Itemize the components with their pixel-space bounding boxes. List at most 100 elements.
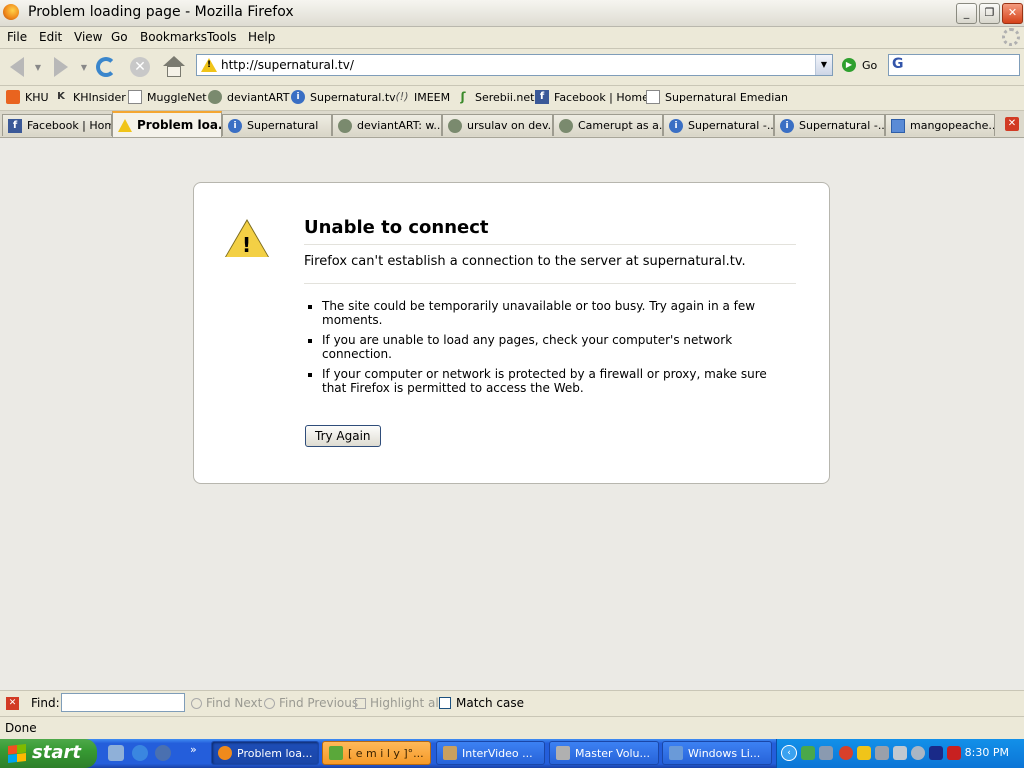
highlight-icon [355,697,366,709]
status-text: Done [5,721,37,735]
taskbar-item-intervideo[interactable]: InterVideo ... [436,741,545,765]
taskbar-item-windows-live[interactable]: Windows Li... [662,741,772,765]
find-previous-button[interactable]: Find Previous [264,696,358,710]
info-icon: i [291,90,305,104]
tab-supernatural-2[interactable]: i Supernatural -... [663,114,774,136]
quicklaunch-media-player-icon[interactable] [155,745,171,761]
antivirus-tray-icon[interactable] [947,746,961,760]
menu-help[interactable]: Help [248,30,275,44]
home-button[interactable] [162,53,186,81]
info-icon: i [228,118,242,133]
tab-deviantart[interactable]: deviantART: w... [332,114,442,136]
search-bar[interactable]: G [888,54,1020,76]
khinsider-icon: K [57,91,65,102]
find-bar: ✕ Find: Find Next Find Previous Highligh… [0,690,1024,716]
highlight-all-button[interactable]: Highlight all [355,696,442,710]
tab-facebook-home[interactable]: fFacebook | Home [2,114,112,136]
messenger-icon [329,746,343,760]
taskbar-item-firefox[interactable]: Problem loa... [211,741,319,765]
menu-bookmarks[interactable]: Bookmarks [140,30,207,44]
maximize-button[interactable]: ❐ [979,3,1000,24]
security-alert-tray-icon[interactable] [839,746,853,760]
deviantart-icon [208,90,222,104]
menu-edit[interactable]: Edit [39,30,62,44]
start-button[interactable]: start [0,739,97,768]
khu-icon [6,90,20,104]
windows-logo-icon [8,744,26,763]
messenger-tray-icon[interactable] [801,746,815,760]
find-next-button[interactable]: Find Next [191,696,262,710]
google-search-engine-icon[interactable]: G [892,56,904,72]
firefox-icon [218,746,232,760]
bookmark-supernatural-emedian[interactable]: Supernatural Emedian [646,90,788,104]
tab-supernatural-3[interactable]: i Supernatural -... [774,114,885,136]
checkbox-icon [439,697,451,709]
close-find-bar-button[interactable]: ✕ [6,697,19,710]
lock-tray-icon[interactable] [875,746,889,760]
forward-history-dropdown[interactable]: ▼ [78,53,90,81]
url-bar[interactable]: ! ▼ [196,54,833,76]
bookmark-khinsider[interactable]: K KHInsider [54,90,126,104]
minimize-button[interactable]: _ [956,3,977,24]
display-tray-icon[interactable] [929,746,943,760]
search-input[interactable] [913,56,1013,74]
taskbar-item-master-volume[interactable]: Master Volu... [549,741,659,765]
reload-button[interactable] [94,53,118,81]
bookmark-deviantart[interactable]: deviantART [208,90,289,104]
tab-problem-loading[interactable]: Problem loa... [112,111,222,137]
tab-ursulav[interactable]: ursulav on dev... [442,114,553,136]
find-input[interactable] [61,693,185,712]
facebook-icon: f [535,90,549,104]
error-box: ! Unable to connect Firefox can't establ… [193,182,830,484]
error-intro: Firefox can't establish a connection to … [304,254,796,284]
tab-mangopeache[interactable]: mangopeache... [885,114,995,136]
chevron-down-icon: ▼ [34,62,42,72]
info-icon: i [669,118,683,133]
show-hidden-icons-button[interactable]: ‹ [781,745,797,761]
menu-tools[interactable]: Tools [207,30,237,44]
update-tray-icon[interactable] [911,746,925,760]
close-button[interactable]: ✕ [1002,3,1023,24]
quicklaunch-internet-explorer-icon[interactable] [132,745,148,761]
network-tray-icon[interactable] [819,746,833,760]
page-icon [128,90,142,104]
menu-go[interactable]: Go [111,30,128,44]
stop-icon: ✕ [130,57,150,77]
bookmark-serebii[interactable]: ʃ Serebii.net [456,90,535,104]
quicklaunch-show-desktop-icon[interactable] [108,745,124,761]
title-bar: Problem loading page - Mozilla Firefox _… [0,0,1024,27]
find-next-icon [191,697,202,709]
close-tab-button[interactable]: ✕ [1005,117,1019,131]
bookmark-khu[interactable]: KHU [6,90,49,104]
bookmark-supernatural-tv[interactable]: i Supernatural.tv [291,90,396,104]
try-again-button[interactable]: Try Again [305,425,381,447]
go-button[interactable]: ▶ Go [842,58,877,72]
go-arrow-icon: ▶ [842,58,856,72]
reload-icon [96,57,116,77]
taskbar-item-messenger[interactable]: [ e m i l y ]°... [322,741,431,765]
back-history-dropdown[interactable]: ▼ [32,53,44,81]
back-button[interactable] [6,53,28,81]
error-suggestions: The site could be temporarily unavailabl… [306,299,772,401]
windows-live-icon [669,746,683,760]
quicklaunch-more-chevron-icon[interactable]: » [190,743,197,756]
tool-tray-icon[interactable] [893,746,907,760]
intervideo-icon [443,746,457,760]
tab-supernatural[interactable]: i Supernatural [222,114,332,136]
menu-bar: File Edit View Go Bookmarks Tools Help [0,27,1024,49]
menu-view[interactable]: View [74,30,102,44]
match-case-checkbox[interactable]: Match case [439,696,524,710]
tab-strip: fFacebook | Home Problem loa... iSuperna… [0,111,1024,138]
go-label: Go [862,58,878,72]
tab-camerupt[interactable]: Camerupt as a... [553,114,663,136]
warning-tray-icon[interactable] [857,746,871,760]
page-content: ! Unable to connect Firefox can't establ… [0,138,1024,689]
menu-file[interactable]: File [7,30,27,44]
url-history-dropdown[interactable]: ▼ [815,55,832,75]
bookmark-facebook[interactable]: f Facebook | Home [535,90,649,104]
bookmark-imeem[interactable]: (!) IMEEM [395,90,451,104]
bookmark-mugglenet[interactable]: MuggleNet [128,90,207,104]
stop-button[interactable]: ✕ [128,53,152,81]
url-input[interactable] [221,56,811,74]
forward-button[interactable] [50,53,72,81]
